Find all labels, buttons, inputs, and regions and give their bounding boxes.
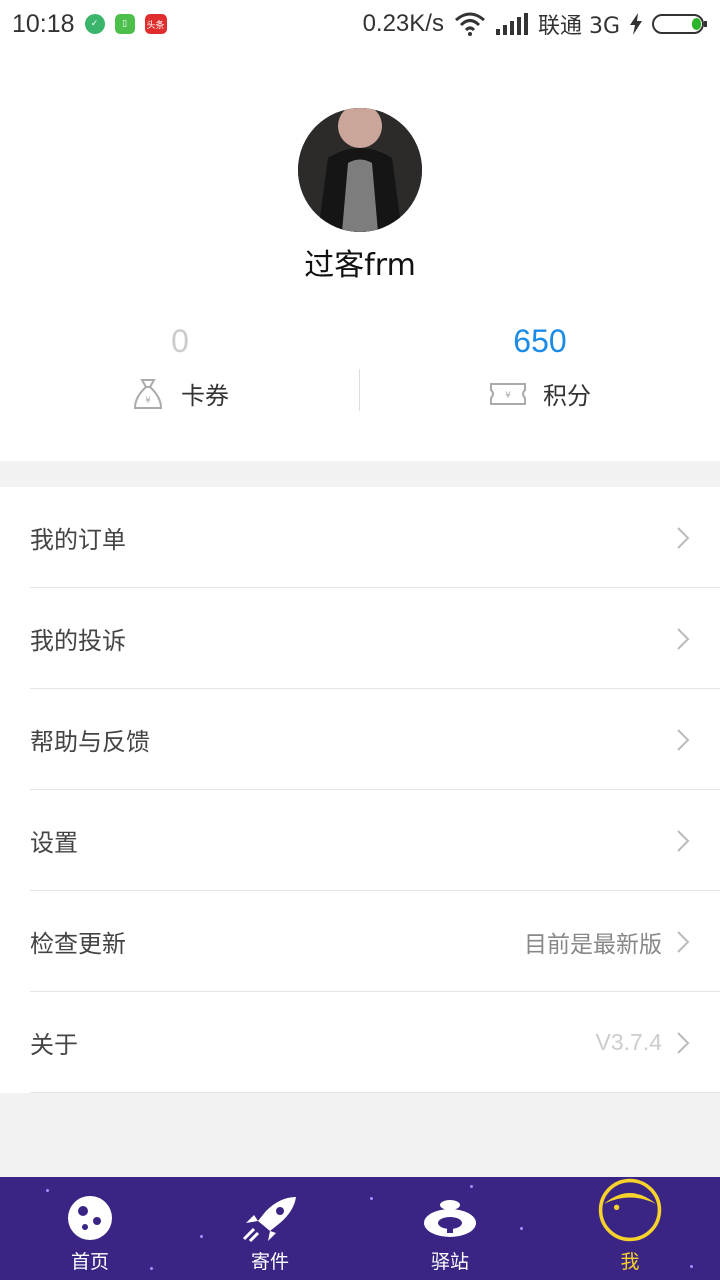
profile-section: 过客frm 0 ¥ 卡券 650 ¥ 积分 bbox=[0, 48, 720, 461]
menu-item-label: 关于 bbox=[30, 1031, 78, 1059]
coupons-stat[interactable]: 0 ¥ 卡券 bbox=[0, 316, 360, 411]
shield-app-icon: ✓ bbox=[84, 14, 105, 34]
menu-item-check-update[interactable]: 检查更新 目前是最新版 bbox=[0, 891, 720, 992]
station-icon bbox=[424, 1200, 476, 1237]
tab-send[interactable]: 寄件 bbox=[180, 1177, 360, 1280]
tab-label: 首页 bbox=[70, 1251, 109, 1273]
bottom-tab-bar: 首页 寄件 驿站 我 bbox=[0, 1177, 720, 1280]
chevron-right-icon bbox=[677, 930, 690, 953]
menu-list: 我的订单 我的投诉 帮助与反馈 设置 检查更新 目前是最新版 关于 V3.7.4 bbox=[0, 487, 720, 1093]
tab-me[interactable]: 我 bbox=[540, 1177, 720, 1280]
rocket-icon bbox=[242, 1197, 296, 1243]
menu-item-complaints[interactable]: 我的投诉 bbox=[0, 588, 720, 689]
coupons-count: 0 bbox=[171, 323, 189, 359]
money-bag-icon: ¥ bbox=[133, 378, 163, 409]
news-app-icon: 头条 bbox=[144, 14, 167, 34]
menu-item-orders[interactable]: 我的订单 bbox=[0, 487, 720, 588]
tab-home[interactable]: 首页 bbox=[0, 1177, 180, 1280]
carrier-label: 联通 3G bbox=[537, 14, 620, 39]
tab-label: 寄件 bbox=[250, 1251, 289, 1273]
charging-icon bbox=[630, 13, 642, 35]
menu-item-about[interactable]: 关于 V3.7.4 bbox=[0, 992, 720, 1093]
menu-item-label: 我的投诉 bbox=[30, 627, 126, 655]
moon-face-icon bbox=[598, 1178, 662, 1242]
planet-icon bbox=[68, 1196, 112, 1240]
points-label: 积分 bbox=[543, 382, 591, 410]
tab-label: 我 bbox=[620, 1251, 640, 1273]
ticket-icon: ¥ bbox=[490, 382, 526, 405]
username: 过客frm bbox=[304, 248, 416, 283]
chevron-right-icon bbox=[677, 728, 690, 751]
menu-item-help-feedback[interactable]: 帮助与反馈 bbox=[0, 689, 720, 790]
tab-station[interactable]: 驿站 bbox=[360, 1177, 540, 1280]
menu-item-settings[interactable]: 设置 bbox=[0, 790, 720, 891]
chevron-right-icon bbox=[677, 829, 690, 852]
signal-icon bbox=[495, 13, 528, 35]
menu-item-label: 设置 bbox=[30, 829, 78, 857]
net-speed: 0.23K/s bbox=[362, 10, 444, 37]
avatar[interactable] bbox=[298, 108, 422, 232]
menu-item-label: 帮助与反馈 bbox=[30, 728, 150, 756]
svg-text:¥: ¥ bbox=[145, 396, 151, 406]
coupons-label: 卡券 bbox=[181, 382, 229, 410]
phone-app-icon: ▯ bbox=[114, 14, 135, 34]
status-time: 10:18 bbox=[12, 9, 75, 38]
points-count: 650 bbox=[513, 323, 567, 359]
status-right: 0.23K/s 联通 3G bbox=[363, 8, 708, 40]
svg-text:¥: ¥ bbox=[505, 391, 511, 401]
menu-item-label: 检查更新 bbox=[30, 930, 126, 958]
update-status: 目前是最新版 bbox=[524, 931, 662, 958]
app-version: V3.7.4 bbox=[595, 1029, 663, 1055]
tab-label: 驿站 bbox=[430, 1251, 469, 1273]
wifi-icon bbox=[454, 12, 485, 36]
chevron-right-icon bbox=[677, 627, 690, 650]
battery-icon bbox=[652, 14, 707, 34]
points-stat[interactable]: 650 ¥ 积分 bbox=[360, 316, 720, 411]
chevron-right-icon bbox=[677, 1031, 690, 1054]
status-bar: 10:18 ✓ ▯ 头条 0.23K/s 联通 3G bbox=[0, 0, 720, 48]
chevron-right-icon bbox=[677, 526, 690, 549]
menu-item-label: 我的订单 bbox=[30, 526, 126, 554]
